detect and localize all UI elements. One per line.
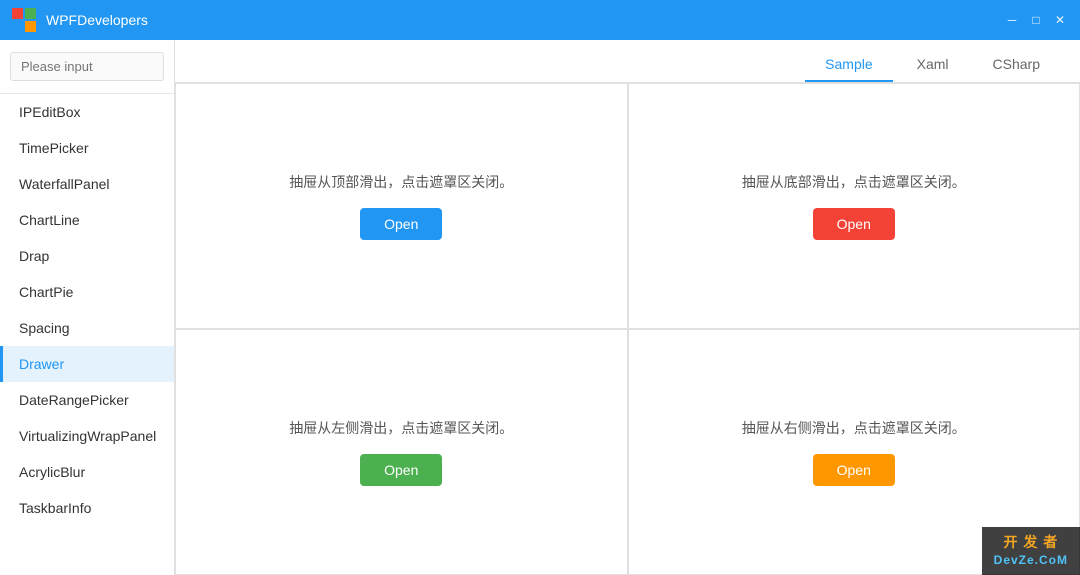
sidebar: IPEditBoxTimePickerWaterfallPanelChartLi… <box>0 40 175 575</box>
sidebar-item-chartpie[interactable]: ChartPie <box>0 274 174 310</box>
app-logo <box>12 8 36 32</box>
panel-top-right: 抽屉从底部滑出，点击遮罩区关闭。 Open <box>628 83 1080 329</box>
watermark-line1: 开 发 者 <box>994 533 1068 553</box>
open-button-bottom-right[interactable]: Open <box>813 454 895 486</box>
panel-bottom-left: 抽屉从左侧滑出，点击遮罩区关闭。 Open <box>175 329 628 575</box>
tabs-bar: SampleXamlCSharp <box>175 40 1080 83</box>
window-controls: ─ □ ✕ <box>1004 12 1068 28</box>
app-title: WPFDevelopers <box>46 12 1004 28</box>
close-button[interactable]: ✕ <box>1052 12 1068 28</box>
sidebar-item-acrylicblur[interactable]: AcrylicBlur <box>0 454 174 490</box>
sidebar-item-waterfallpanel[interactable]: WaterfallPanel <box>0 166 174 202</box>
tab-xaml[interactable]: Xaml <box>897 48 969 82</box>
content-area: SampleXamlCSharp 抽屉从顶部滑出，点击遮罩区关闭。Open抽屉从… <box>175 40 1080 575</box>
sidebar-list: IPEditBoxTimePickerWaterfallPanelChartLi… <box>0 94 174 575</box>
panel-text-top-left: 抽屉从顶部滑出，点击遮罩区关闭。 <box>289 172 513 192</box>
sidebar-item-drawer[interactable]: Drawer <box>0 346 174 382</box>
sidebar-item-ipeditbox[interactable]: IPEditBox <box>0 94 174 130</box>
sidebar-item-spacing[interactable]: Spacing <box>0 310 174 346</box>
open-button-bottom-left[interactable]: Open <box>360 454 442 486</box>
open-button-top-right[interactable]: Open <box>813 208 895 240</box>
sidebar-item-daterangepicker[interactable]: DateRangePicker <box>0 382 174 418</box>
panel-text-bottom-left: 抽屉从左侧滑出，点击遮罩区关闭。 <box>289 418 513 438</box>
main-layout: IPEditBoxTimePickerWaterfallPanelChartLi… <box>0 40 1080 575</box>
tab-csharp[interactable]: CSharp <box>973 48 1060 82</box>
panel-text-top-right: 抽屉从底部滑出，点击遮罩区关闭。 <box>742 172 966 192</box>
panels-grid: 抽屉从顶部滑出，点击遮罩区关闭。 Open 抽屉从底部滑出，点击遮罩区关闭。 Open… <box>175 83 1080 575</box>
title-bar: WPFDevelopers ─ □ ✕ <box>0 0 1080 40</box>
sidebar-item-drap[interactable]: Drap <box>0 238 174 274</box>
sidebar-item-taskbarinfo[interactable]: TaskbarInfo <box>0 490 174 526</box>
watermark-line2: DevZe.CoM <box>994 552 1068 569</box>
tab-sample[interactable]: Sample <box>805 48 892 82</box>
sidebar-item-chartline[interactable]: ChartLine <box>0 202 174 238</box>
search-input[interactable] <box>10 52 164 81</box>
sidebar-item-virtualizingwrappanel[interactable]: VirtualizingWrapPanel <box>0 418 174 454</box>
open-button-top-left[interactable]: Open <box>360 208 442 240</box>
panel-top-left: 抽屉从顶部滑出，点击遮罩区关闭。 Open <box>175 83 628 329</box>
maximize-button[interactable]: □ <box>1028 12 1044 28</box>
watermark: 开 发 者 DevZe.CoM <box>982 527 1080 575</box>
sidebar-item-timepicker[interactable]: TimePicker <box>0 130 174 166</box>
minimize-button[interactable]: ─ <box>1004 12 1020 28</box>
sidebar-search-area <box>0 40 174 94</box>
panel-text-bottom-right: 抽屉从右侧滑出，点击遮罩区关闭。 <box>742 418 966 438</box>
